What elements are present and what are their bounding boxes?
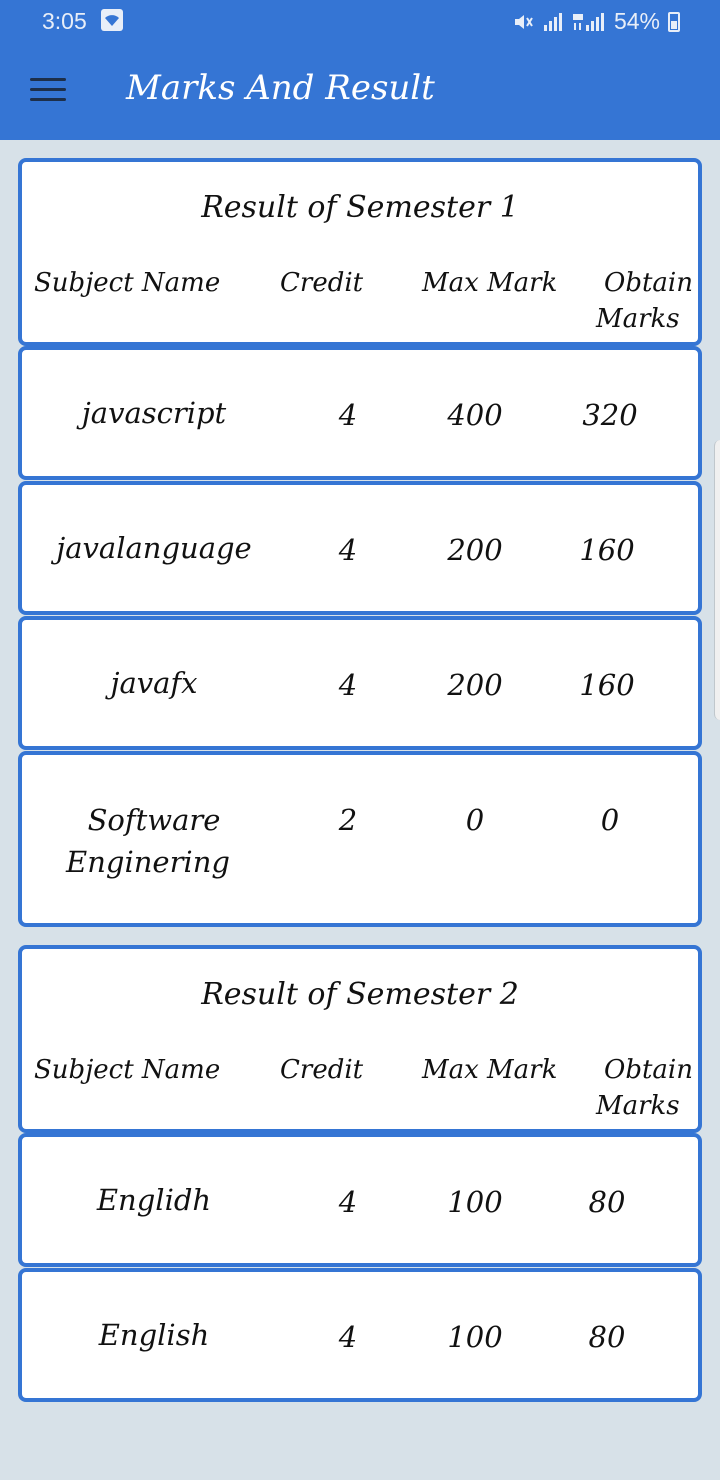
- battery-percent: 54%: [613, 8, 660, 34]
- app-bar: Marks And Result: [0, 42, 720, 140]
- status-bar: 3:05 54%: [0, 0, 720, 42]
- battery-icon: [668, 11, 680, 32]
- page-title: Marks And Result: [126, 68, 435, 108]
- status-time: 3:05: [42, 8, 87, 34]
- header-obtain: Obtain: [604, 268, 693, 298]
- max-mark-value: 0: [465, 803, 485, 837]
- obtain-marks-value: 0: [600, 803, 620, 837]
- table-row: Englidh 4 100 80: [18, 1133, 702, 1267]
- subject-name: javalanguage: [56, 531, 252, 565]
- obtain-marks-value: 320: [582, 398, 638, 432]
- obtain-marks-value: 160: [579, 533, 635, 567]
- table-row: javalanguage 4 200 160: [18, 481, 702, 615]
- header-max-mark: Max Mark: [422, 1055, 558, 1085]
- header-credit: Credit: [280, 1055, 364, 1085]
- max-mark-value: 200: [447, 533, 503, 567]
- semester-title: Result of Semester 2: [201, 977, 519, 1012]
- wifi-icon: [101, 9, 123, 31]
- header-credit: Credit: [280, 268, 364, 298]
- header-obtain: Obtain: [604, 1055, 693, 1085]
- header-subject-name: Subject Name: [34, 1055, 221, 1085]
- max-mark-value: 200: [447, 668, 503, 702]
- header-max-mark: Max Mark: [422, 268, 558, 298]
- max-mark-value: 100: [447, 1185, 503, 1219]
- subject-name: javafx: [110, 666, 198, 700]
- obtain-marks-value: 80: [588, 1185, 626, 1219]
- credit-value: 4: [338, 398, 358, 432]
- table-row: javascript 4 400 320: [18, 346, 702, 480]
- subject-name: Englidh: [96, 1183, 212, 1217]
- lte-signal-icon: [572, 12, 604, 31]
- menu-icon[interactable]: [30, 78, 66, 106]
- semester-1-header-card: Result of Semester 1 Subject Name Credit…: [18, 158, 702, 346]
- table-row: English 4 100 80: [18, 1268, 702, 1402]
- header-marks: Marks: [596, 304, 680, 334]
- status-right: 54%: [512, 8, 680, 35]
- subject-name: English: [98, 1318, 210, 1352]
- signal-icon: [543, 12, 562, 31]
- semester-title: Result of Semester 1: [201, 190, 519, 225]
- header-subject-name: Subject Name: [34, 268, 221, 298]
- credit-value: 4: [338, 1185, 358, 1219]
- table-row: Software Enginering 2 0 0: [18, 751, 702, 927]
- subject-name-line-2: Enginering: [66, 845, 230, 879]
- header-marks: Marks: [596, 1091, 680, 1121]
- credit-value: 4: [338, 1320, 358, 1354]
- mute-icon: [514, 14, 533, 29]
- table-row: javafx 4 200 160: [18, 616, 702, 750]
- subject-name: javascript: [81, 396, 227, 430]
- credit-value: 4: [338, 668, 358, 702]
- max-mark-value: 100: [447, 1320, 503, 1354]
- edge-panel-handle[interactable]: [714, 440, 720, 720]
- credit-value: 4: [338, 533, 358, 567]
- subject-name-line-1: Software: [87, 803, 221, 837]
- obtain-marks-value: 160: [579, 668, 635, 702]
- credit-value: 2: [338, 803, 358, 837]
- obtain-marks-value: 80: [588, 1320, 626, 1354]
- semester-2-header-card: Result of Semester 2 Subject Name Credit…: [18, 945, 702, 1133]
- max-mark-value: 400: [447, 398, 503, 432]
